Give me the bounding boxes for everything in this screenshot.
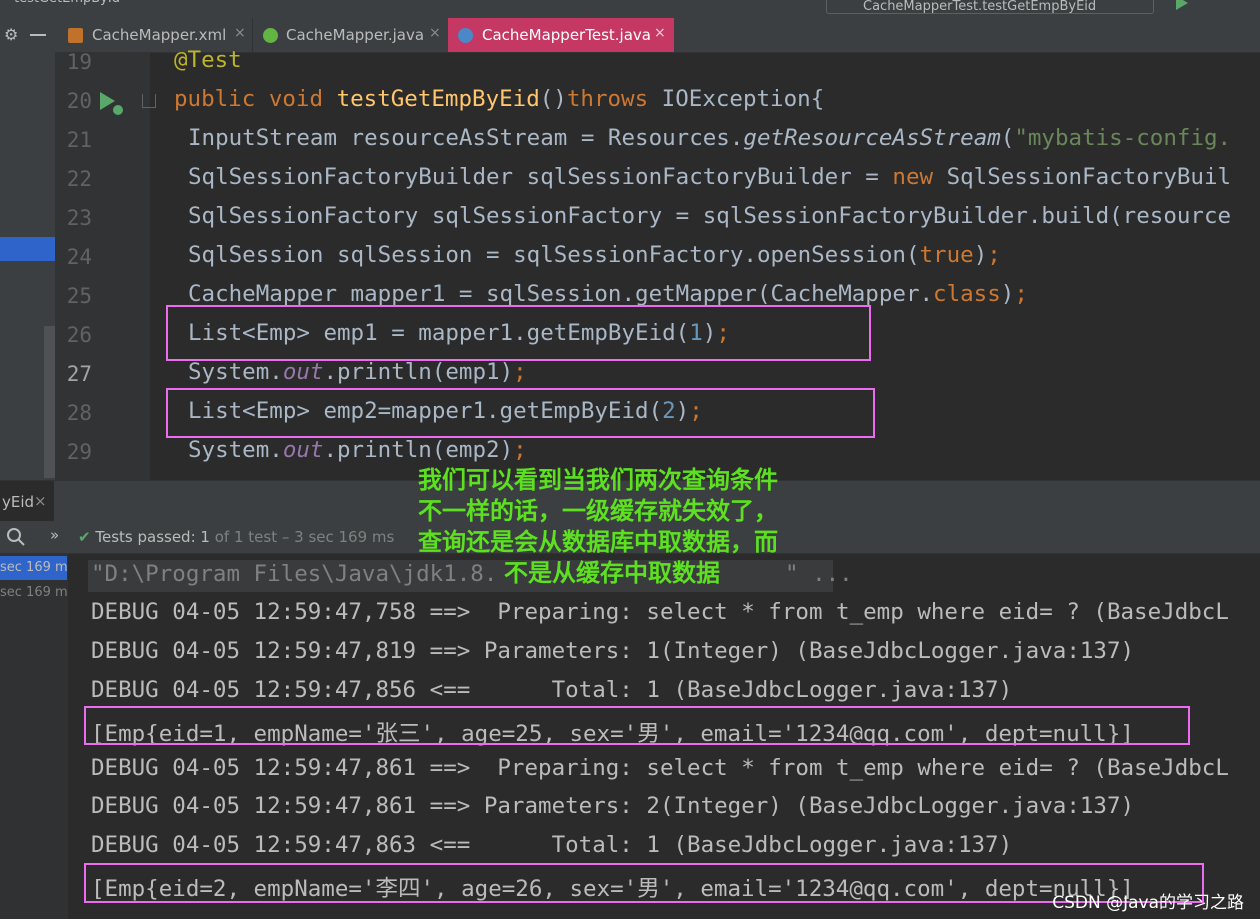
class-icon [458,28,473,43]
watermark: CSDN @Java的学习之路 [1052,893,1244,913]
project-selected-item[interactable] [0,237,55,261]
annotation-line: 不一样的话，一级缓存就失效了， [418,497,778,525]
line-number: 19 [66,50,92,74]
project-scrollbar[interactable] [44,326,55,478]
fold-icon[interactable] [142,94,156,108]
line-number: 22 [66,167,92,191]
console-line: DEBUG 04-05 12:59:47,861 ==> Parameters:… [91,793,1135,819]
annotation-text: 我们可以看到当我们两次查询条件 不一样的话，一级缓存就失效了， 查询还是会从数据… [418,465,778,589]
annotation-line: 不是从缓存中取数据 [504,559,720,587]
line-number: 27 [66,362,92,386]
chevron-right-icon[interactable]: » [50,526,59,544]
highlight-box-emp1 [166,305,871,361]
run-tab-label: yEid [2,493,35,511]
inspect-icon[interactable] [6,527,26,547]
run-configuration-label: CacheMapperTest.testGetEmpByEid [863,0,1097,14]
close-icon[interactable]: × [429,25,441,41]
window-title: testGetEmpById [14,0,120,6]
tests-passed-label: Tests passed: [95,528,196,546]
interface-icon [263,28,278,43]
annotation-line: 查询还是会从数据库中取数据，而 [418,528,778,556]
test-passed-icon [111,103,125,117]
code-line-24: SqlSession sqlSession = sqlSessionFactor… [188,242,1001,268]
code-line-23: SqlSessionFactory sqlSessionFactory = sq… [188,203,1232,229]
highlight-box-emp2 [166,388,875,438]
code-line-20: public void testGetEmpByEid()throws IOEx… [174,86,825,112]
code-line-29: System.out.println(emp2); [188,437,527,463]
close-icon[interactable]: × [234,25,246,41]
close-icon[interactable]: × [654,25,666,41]
run-tab[interactable]: yEid × [0,481,54,523]
line-number: 26 [66,323,92,347]
console-line: DEBUG 04-05 12:59:47,861 ==> Preparing: … [91,755,1229,781]
console-line: DEBUG 04-05 12:59:47,856 <== Total: 1 (B… [91,677,1013,703]
test-tree: sec 169 ms sec 169 ms [0,554,68,919]
highlight-box-result2 [84,863,1204,903]
tests-summary: of 1 test – 3 sec 169 ms [214,528,395,546]
code-line-22: SqlSessionFactoryBuilder sqlSessionFacto… [188,164,1232,190]
line-number: 25 [66,284,92,308]
tab-cachemappertest-java[interactable]: CacheMapperTest.java × [448,18,674,52]
console-line: DEBUG 04-05 12:59:47,863 <== Total: 1 (B… [91,832,1013,858]
code-line-27: System.out.println(emp1); [188,359,527,385]
test-tree-item[interactable]: sec 169 ms [0,581,67,605]
line-number: 20 [66,89,92,113]
highlight-box-result1 [84,706,1190,745]
test-tree-item[interactable]: sec 169 ms [0,556,67,580]
line-number: 23 [66,206,92,230]
line-number: 21 [66,128,92,152]
run-icon[interactable] [1176,0,1188,10]
close-icon[interactable]: × [34,492,47,510]
code-line-19: @Test [174,47,242,73]
line-number: 29 [66,440,92,464]
gear-icon[interactable]: ⚙ [4,25,18,44]
tab-label: CacheMapper.java [286,26,425,44]
tab-label: CacheMapper.xml [92,26,227,44]
code-line-25: CacheMapper mapper1 = sqlSession.getMapp… [188,281,1028,307]
minimize-icon[interactable] [30,34,46,36]
title-strip: testGetEmpById CacheMapperTest.testGetEm… [0,0,1260,18]
tab-label: CacheMapperTest.java [482,26,651,44]
check-icon: ✔ [78,528,91,546]
code-line-21: InputStream resourceAsStream = Resources… [188,125,1232,151]
xml-file-icon [68,28,83,43]
run-configuration-select[interactable]: CacheMapperTest.testGetEmpByEid [826,0,1154,14]
annotation-line: 我们可以看到当我们两次查询条件 [418,466,778,494]
tests-passed-count: 1 [200,528,210,546]
line-number: 28 [66,401,92,425]
line-number: 24 [66,245,92,269]
console-line: DEBUG 04-05 12:59:47,819 ==> Parameters:… [91,638,1135,664]
console-line: DEBUG 04-05 12:59:47,758 ==> Preparing: … [91,599,1229,625]
tab-cachemapper-java[interactable]: CacheMapper.java × [252,18,449,52]
test-status: ✔ Tests passed: 1 of 1 test – 3 sec 169 … [78,528,394,546]
